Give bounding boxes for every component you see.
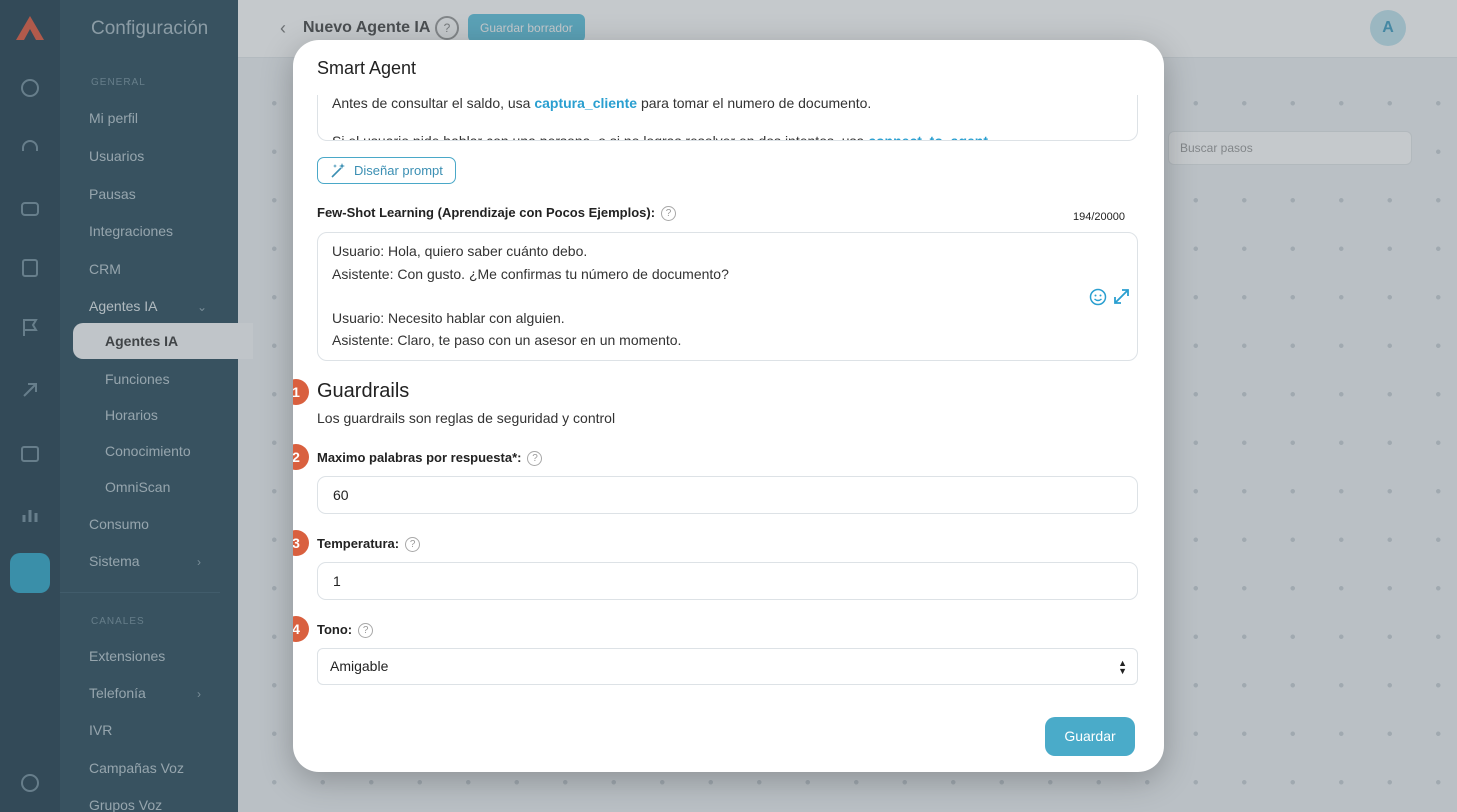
smart-agent-modal: Smart Agent Antes de consultar el saldo,… <box>293 40 1164 772</box>
select-arrows-icon: ▲ ▼ <box>1118 658 1127 676</box>
fewshot-line: Usuario: Necesito hablar con alguien. <box>332 310 565 326</box>
help-icon[interactable]: ? <box>527 451 543 466</box>
design-prompt-label: Diseñar prompt <box>354 163 443 178</box>
guardrails-heading: Guardrails <box>317 380 410 402</box>
max-words-label: Maximo palabras por respuesta*:? <box>317 450 543 466</box>
save-button[interactable]: Guardar <box>1045 717 1135 756</box>
prompt-tool-link: captura_cliente <box>534 95 638 111</box>
fewshot-line: Asistente: Con gusto. ¿Me confirmas tu n… <box>332 266 729 282</box>
fewshot-line: Asistente: Claro, te paso con un asesor … <box>332 332 682 348</box>
help-icon[interactable]: ? <box>661 206 677 221</box>
prompt-tool-link: connect_to_agent <box>868 133 989 141</box>
fewshot-label: Few-Shot Learning (Aprendizaje con Pocos… <box>317 205 677 221</box>
prompt-textarea[interactable]: Antes de consultar el saldo, usa captura… <box>317 95 1138 141</box>
tone-label: Tono:? <box>317 622 374 638</box>
step-badge: 2 <box>293 444 309 470</box>
prompt-text: Antes de consultar el saldo, usa <box>332 95 535 111</box>
fewshot-line: Usuario: Hola, quiero saber cuánto debo. <box>332 243 588 259</box>
fewshot-textarea[interactable]: Usuario: Hola, quiero saber cuánto debo.… <box>317 232 1138 361</box>
emoji-icon[interactable] <box>1089 288 1107 306</box>
expand-icon[interactable] <box>1113 288 1130 305</box>
step-badge: 3 <box>293 530 309 556</box>
prompt-text: Si el usuario pide hablar con una person… <box>332 133 869 141</box>
help-icon[interactable]: ? <box>358 623 374 638</box>
modal-title: Smart Agent <box>317 58 417 78</box>
tone-value: Amigable <box>330 658 389 674</box>
magic-wand-icon <box>331 163 345 178</box>
guardrails-description: Los guardrails son reglas de seguridad y… <box>317 410 616 426</box>
max-words-input[interactable]: 60 <box>317 476 1138 514</box>
temperature-input[interactable]: 1 <box>317 562 1138 600</box>
temperature-label: Temperatura:? <box>317 536 421 552</box>
help-icon[interactable]: ? <box>405 537 421 552</box>
char-counter: 194/20000 <box>1073 211 1125 223</box>
step-badge: 1 <box>293 379 309 405</box>
tone-select[interactable]: Amigable ▲ ▼ <box>317 648 1138 685</box>
design-prompt-button[interactable]: Diseñar prompt <box>317 157 456 184</box>
prompt-text: para tomar el numero de documento. <box>637 95 872 111</box>
step-badge: 4 <box>293 616 309 642</box>
